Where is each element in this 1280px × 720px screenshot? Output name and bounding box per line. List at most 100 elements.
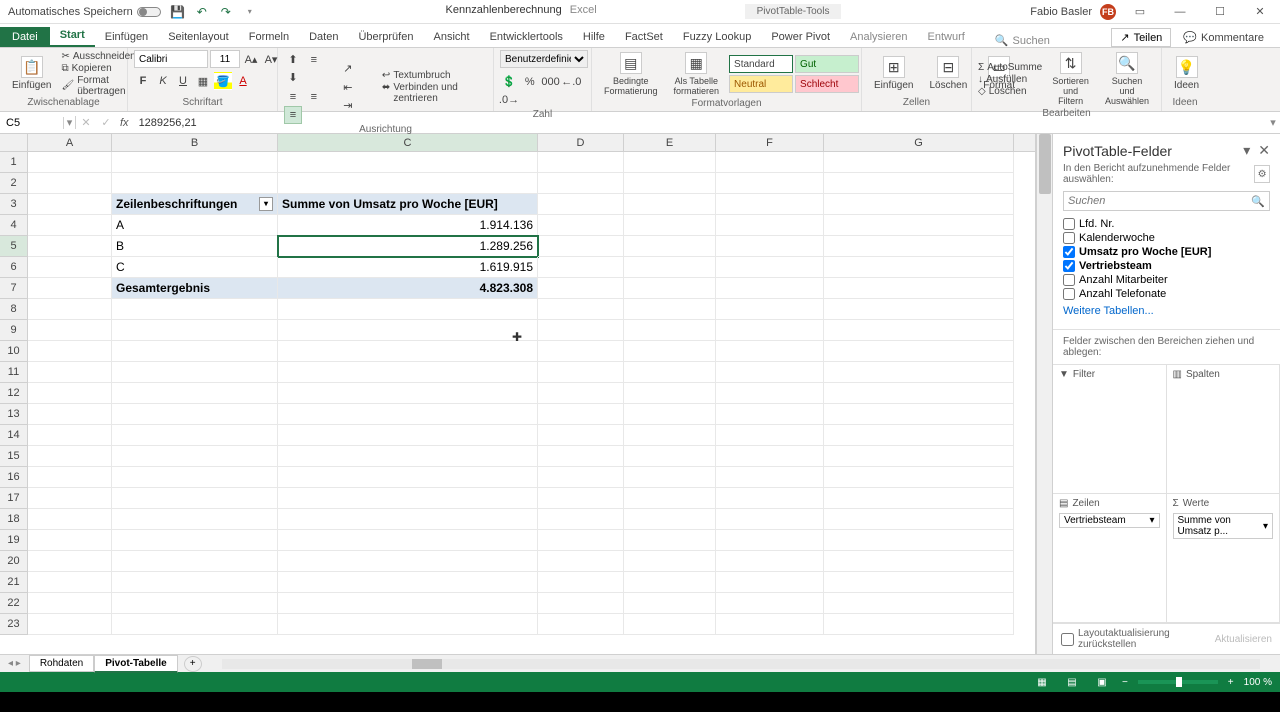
- filter-area[interactable]: ▼Filter: [1053, 365, 1167, 494]
- cell[interactable]: [716, 593, 824, 614]
- cell[interactable]: [538, 299, 624, 320]
- tab-analyze[interactable]: Analysieren: [840, 27, 917, 47]
- orientation-icon[interactable]: ↗: [339, 59, 357, 77]
- cell[interactable]: [716, 215, 824, 236]
- find-select-button[interactable]: 🔍Suchen und Auswählen: [1099, 50, 1155, 108]
- row-header-22[interactable]: 22: [0, 593, 28, 614]
- values-chip[interactable]: Summe von Umsatz p...▾: [1173, 513, 1274, 539]
- cell[interactable]: [112, 173, 278, 194]
- cell[interactable]: [624, 194, 716, 215]
- row-header-5[interactable]: 5: [0, 236, 28, 257]
- cell[interactable]: [278, 320, 538, 341]
- cell[interactable]: [538, 530, 624, 551]
- name-box-dropdown[interactable]: ▾: [64, 116, 76, 129]
- cell[interactable]: [278, 572, 538, 593]
- col-header-C[interactable]: C: [278, 134, 538, 151]
- save-icon[interactable]: 💾: [171, 5, 185, 19]
- cell[interactable]: [716, 362, 824, 383]
- cell[interactable]: [824, 404, 1014, 425]
- col-header-A[interactable]: A: [28, 134, 112, 151]
- tab-start[interactable]: Start: [50, 25, 95, 47]
- cell[interactable]: [112, 614, 278, 635]
- font-name-input[interactable]: [134, 50, 208, 68]
- cell[interactable]: Gesamtergebnis: [112, 278, 278, 299]
- cell[interactable]: [538, 278, 624, 299]
- cell[interactable]: A: [112, 215, 278, 236]
- cell[interactable]: [28, 236, 112, 257]
- cell[interactable]: [28, 383, 112, 404]
- cell[interactable]: [716, 152, 824, 173]
- cell[interactable]: [824, 572, 1014, 593]
- row-header-4[interactable]: 4: [0, 215, 28, 236]
- col-header-B[interactable]: B: [112, 134, 278, 151]
- cell[interactable]: B: [112, 236, 278, 257]
- cell[interactable]: [824, 320, 1014, 341]
- cell[interactable]: 1.619.915: [278, 257, 538, 278]
- align-top-icon[interactable]: ⬆: [284, 50, 302, 68]
- cell[interactable]: [112, 425, 278, 446]
- cell[interactable]: [624, 173, 716, 194]
- row-header-12[interactable]: 12: [0, 383, 28, 404]
- paste-button[interactable]: 📋 Einfügen: [6, 54, 57, 93]
- fill-color-button[interactable]: 🪣: [214, 72, 232, 90]
- cell[interactable]: [624, 362, 716, 383]
- user-avatar[interactable]: FB: [1100, 4, 1116, 20]
- cell[interactable]: [716, 236, 824, 257]
- formula-expand-icon[interactable]: ▾: [1266, 116, 1280, 129]
- cell[interactable]: [824, 215, 1014, 236]
- field-item[interactable]: Vertriebsteam: [1063, 259, 1270, 273]
- field-item[interactable]: Lfd. Nr.: [1063, 217, 1270, 231]
- cell[interactable]: [624, 509, 716, 530]
- cell[interactable]: [28, 593, 112, 614]
- cell[interactable]: [112, 446, 278, 467]
- cell[interactable]: [28, 467, 112, 488]
- cell[interactable]: [538, 488, 624, 509]
- sort-filter-button[interactable]: ⇅Sortieren und Filtern: [1046, 50, 1095, 108]
- cell[interactable]: [538, 593, 624, 614]
- cell[interactable]: [538, 446, 624, 467]
- font-color-button[interactable]: A: [234, 72, 252, 90]
- cell[interactable]: [112, 530, 278, 551]
- cell[interactable]: [538, 383, 624, 404]
- cell[interactable]: [278, 152, 538, 173]
- cell[interactable]: [28, 488, 112, 509]
- align-center-icon[interactable]: ≡: [305, 88, 323, 106]
- cell[interactable]: [538, 257, 624, 278]
- tab-view[interactable]: Ansicht: [423, 27, 479, 47]
- sheet-nav-prev[interactable]: ◂ ▸: [0, 658, 29, 669]
- more-tables-link[interactable]: Weitere Tabellen...: [1063, 301, 1270, 321]
- cell[interactable]: [28, 509, 112, 530]
- cell[interactable]: [716, 383, 824, 404]
- cell[interactable]: [624, 257, 716, 278]
- fx-cancel-icon[interactable]: ✕: [76, 116, 96, 129]
- col-header-G[interactable]: G: [824, 134, 1014, 151]
- cell[interactable]: [112, 467, 278, 488]
- defer-checkbox[interactable]: [1061, 633, 1074, 646]
- cell[interactable]: [278, 404, 538, 425]
- cell[interactable]: [112, 152, 278, 173]
- inc-decimal-icon[interactable]: ←.0: [562, 73, 580, 91]
- cell[interactable]: [824, 257, 1014, 278]
- cell[interactable]: [824, 593, 1014, 614]
- share-button[interactable]: ↗ Teilen: [1111, 28, 1171, 47]
- cell[interactable]: [538, 572, 624, 593]
- style-gut[interactable]: Gut: [795, 55, 859, 73]
- undo-icon[interactable]: ↶: [195, 5, 209, 19]
- cell[interactable]: [278, 614, 538, 635]
- tab-help[interactable]: Hilfe: [573, 27, 615, 47]
- cell[interactable]: [716, 467, 824, 488]
- cell[interactable]: [112, 572, 278, 593]
- col-header-D[interactable]: D: [538, 134, 624, 151]
- cell[interactable]: [716, 299, 824, 320]
- cell[interactable]: [28, 257, 112, 278]
- percent-icon[interactable]: %: [521, 73, 539, 91]
- row-header-7[interactable]: 7: [0, 278, 28, 299]
- close-icon[interactable]: ✕: [1244, 1, 1276, 23]
- ideas-button[interactable]: 💡Ideen: [1168, 54, 1205, 93]
- cell[interactable]: [624, 425, 716, 446]
- format-table-button[interactable]: ▦ Als Tabelle formatieren: [668, 50, 726, 98]
- cell[interactable]: [538, 341, 624, 362]
- conditional-format-button[interactable]: ▤ Bedingte Formatierung: [598, 50, 664, 98]
- ribbon-options-icon[interactable]: ▭: [1124, 1, 1156, 23]
- cell[interactable]: [716, 173, 824, 194]
